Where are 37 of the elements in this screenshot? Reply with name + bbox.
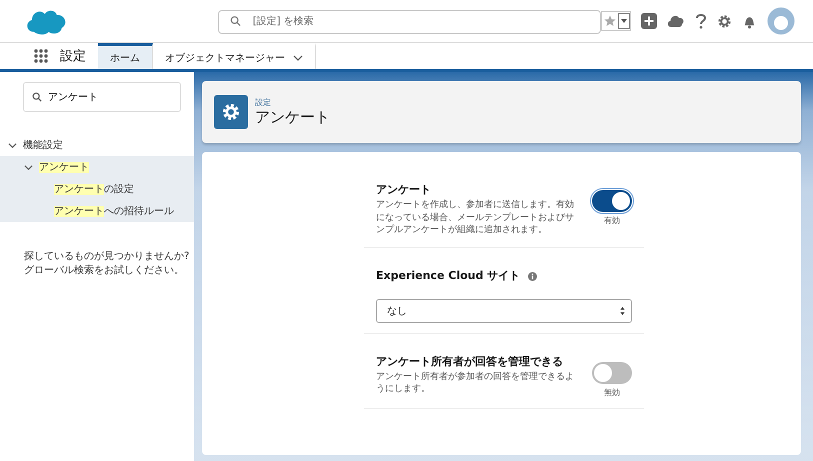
cloud-icon[interactable] — [667, 14, 685, 28]
caret-icon[interactable] — [618, 13, 630, 29]
setting-description: アンケート所有者が参加者の回答を管理できるようにします。 — [376, 370, 575, 396]
app-launcher-icon[interactable] — [34, 49, 48, 63]
app-name: 設定 — [60, 48, 86, 65]
toggle-state-label: 無効 — [604, 386, 620, 398]
search-field[interactable]: アンケート — [23, 82, 181, 112]
help-text: 探しているものが見つかりませんか? グローバル検索をお試しください。 — [24, 250, 190, 277]
star-icon — [604, 15, 616, 27]
chevron-icon[interactable] — [293, 52, 303, 62]
gear-icon — [214, 95, 248, 129]
field-label: Experience Cloud サイト — [376, 268, 520, 283]
setting-title: アンケート所有者が回答を管理できる — [376, 354, 564, 369]
tree-item[interactable]: 機能設定 — [23, 138, 63, 152]
search-icon — [32, 92, 42, 102]
help-icon[interactable] — [695, 13, 707, 29]
page-title: アンケート — [255, 108, 330, 127]
chevron-icon[interactable] — [8, 140, 17, 150]
select-field[interactable]: なし — [376, 298, 632, 323]
search-field[interactable]: [設定] を検索 — [218, 10, 601, 34]
tree-item[interactable]: アンケート への招待ルール — [54, 204, 174, 218]
favorites-button[interactable] — [601, 11, 631, 31]
updown-icon — [620, 306, 625, 316]
setting-description: アンケートを作成し、参加者に送信します。有効になっている場合、メールテンプレートおよびサンプルアンケートが組織に追加されます。 — [376, 199, 575, 237]
info-icon[interactable] — [528, 272, 538, 281]
toggle-switch[interactable] — [592, 362, 632, 384]
chevron-icon[interactable] — [24, 162, 33, 172]
toggle-switch[interactable] — [592, 190, 632, 212]
toggle-state-label: 有効 — [604, 215, 620, 226]
settings-icon[interactable] — [717, 14, 732, 28]
plus-icon[interactable] — [641, 13, 657, 29]
breadcrumb: 設定 — [255, 97, 272, 108]
setting-title: アンケート — [376, 182, 432, 197]
tree-item[interactable]: アンケート — [39, 160, 89, 174]
tree-item[interactable]: アンケート の設定 — [54, 182, 134, 196]
nav-tab[interactable]: ホーム — [98, 43, 153, 69]
search-icon — [230, 16, 241, 26]
